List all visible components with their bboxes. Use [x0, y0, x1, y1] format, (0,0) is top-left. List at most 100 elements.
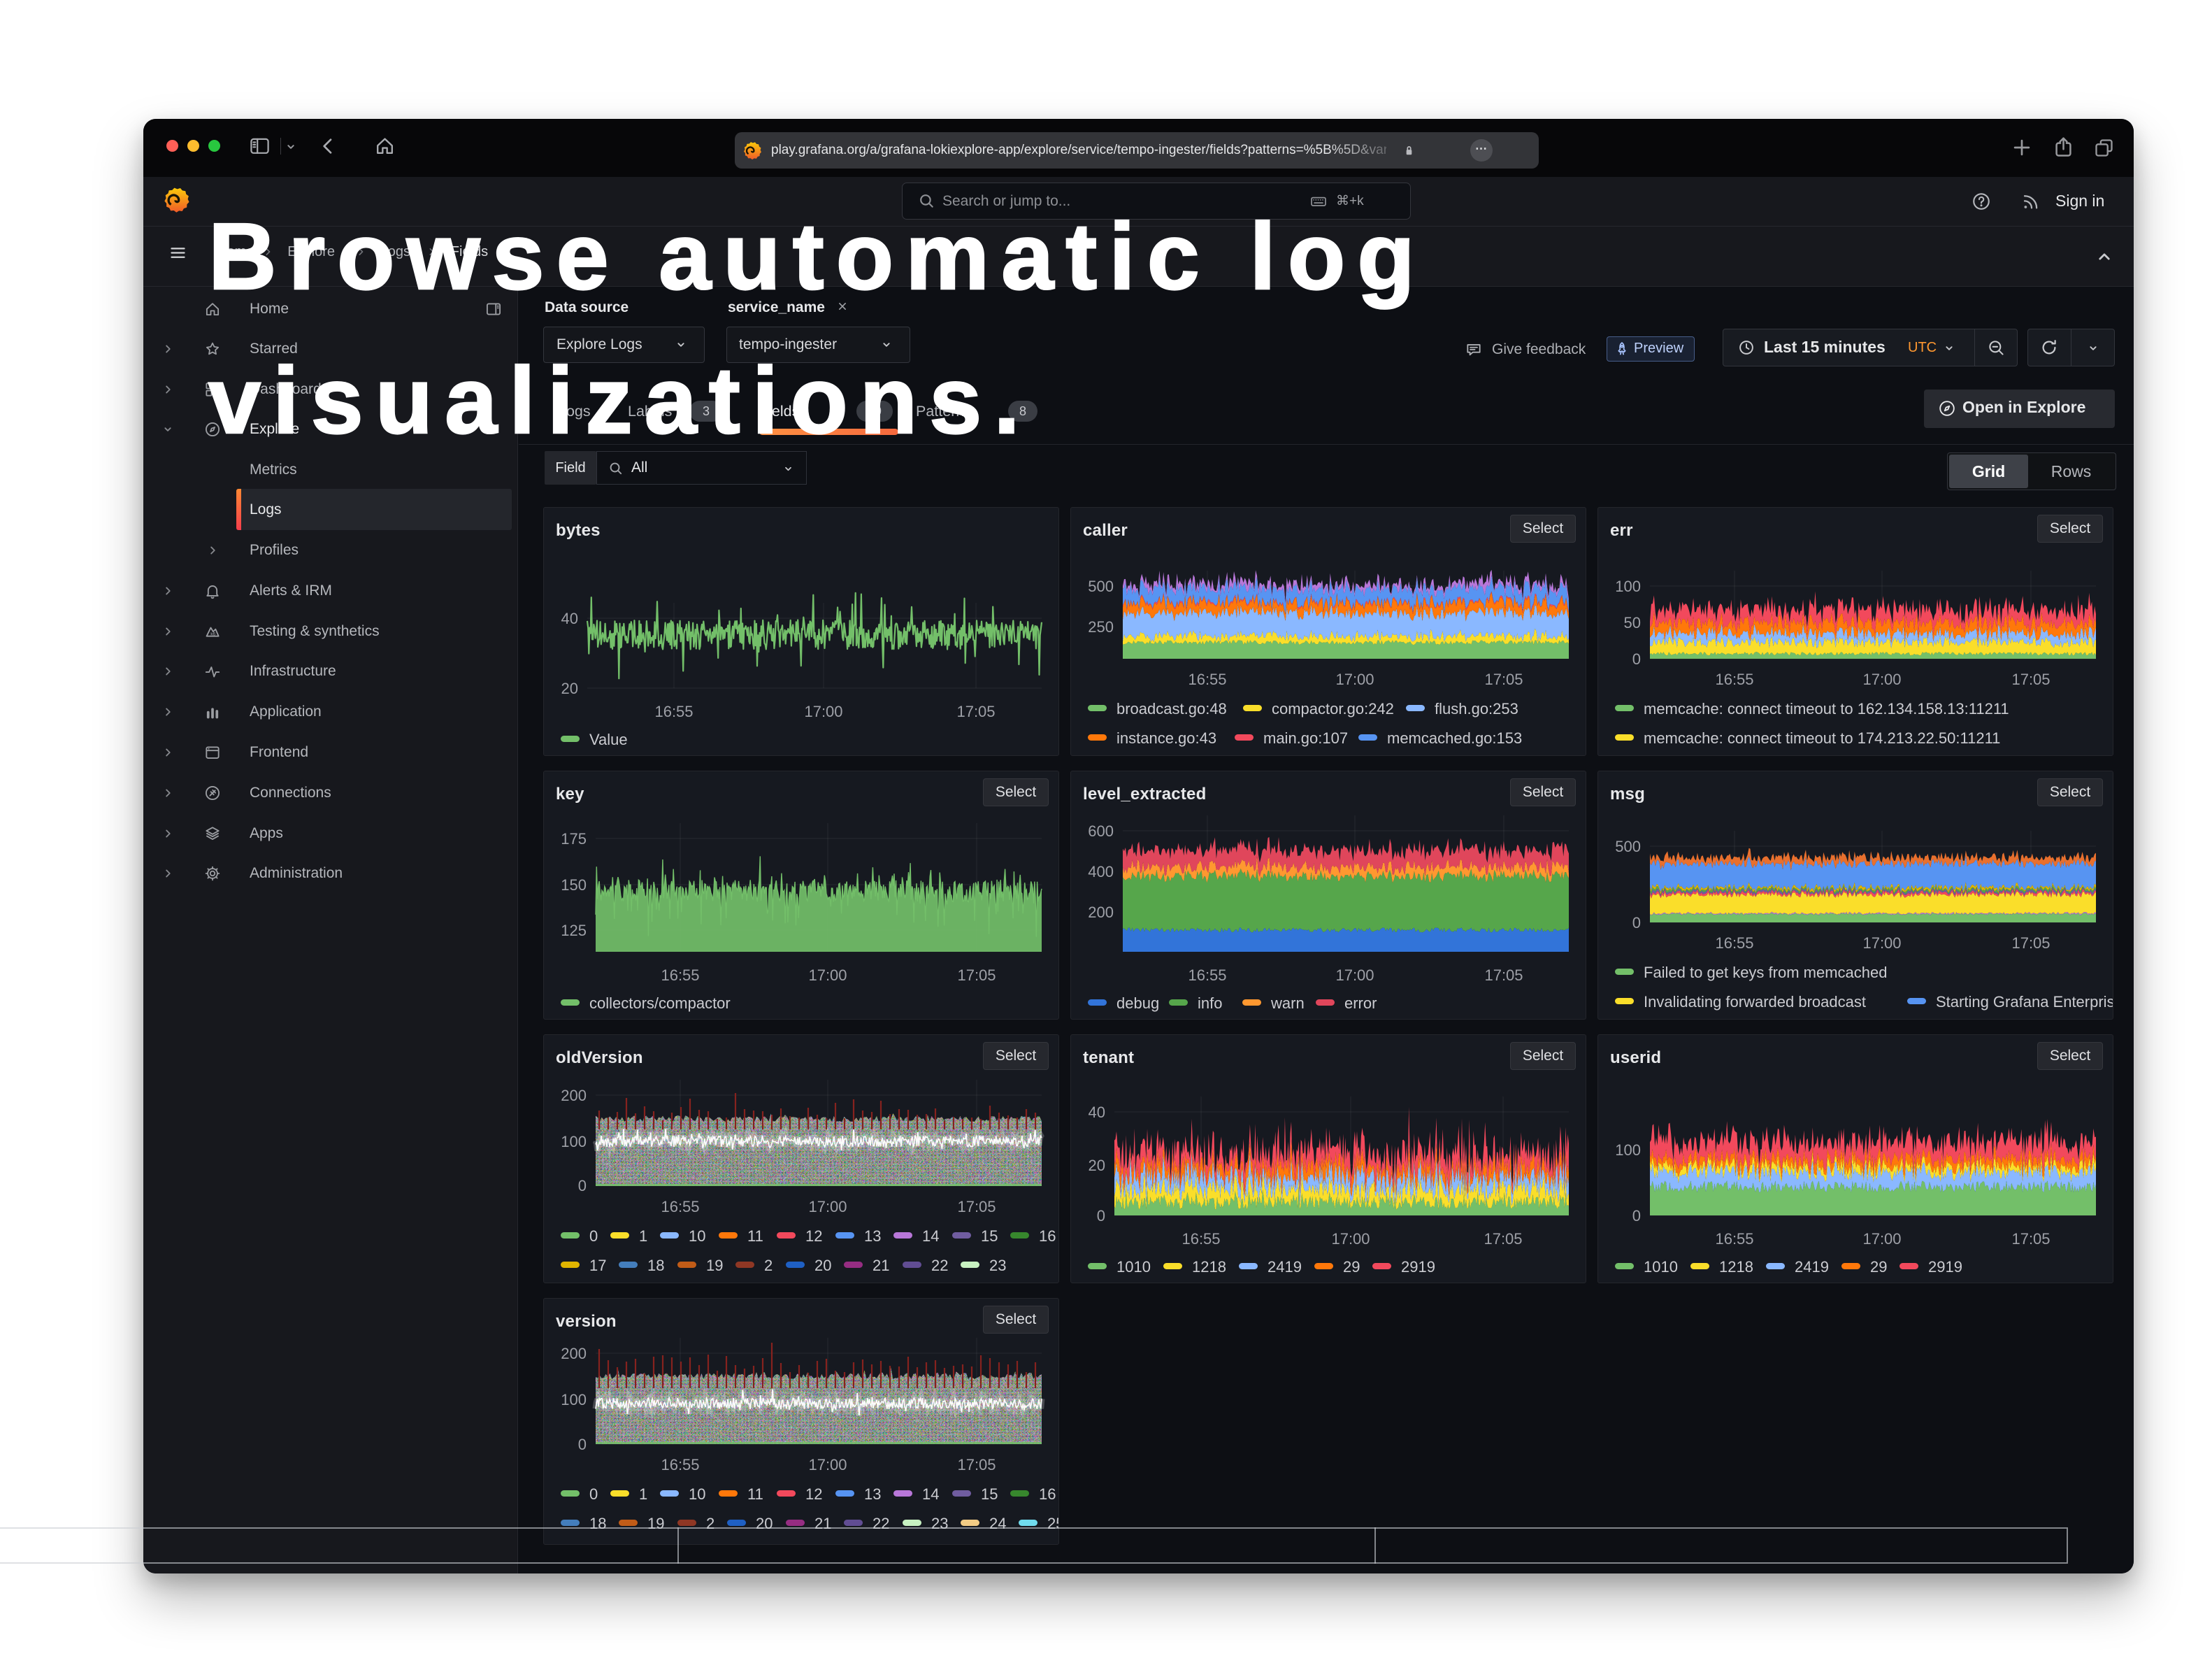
svg-text:0: 0 — [1632, 1207, 1641, 1225]
svg-text:150: 150 — [561, 876, 587, 894]
svg-text:16:55: 16:55 — [1188, 671, 1226, 688]
svg-text:warn: warn — [1270, 994, 1305, 1012]
svg-text:17:00: 17:00 — [808, 1456, 847, 1473]
svg-text:debug: debug — [1116, 994, 1159, 1012]
svg-text:40: 40 — [1089, 1104, 1105, 1121]
svg-text:20: 20 — [814, 1257, 831, 1274]
svg-text:Starting Grafana Enterprise: Starting Grafana Enterprise — [1936, 993, 2113, 1011]
svg-text:instance.go:43: instance.go:43 — [1116, 729, 1216, 747]
svg-text:16:55: 16:55 — [661, 1456, 699, 1473]
svg-text:11: 11 — [747, 1227, 763, 1245]
svg-text:17:05: 17:05 — [957, 1198, 996, 1215]
svg-text:40: 40 — [561, 610, 578, 627]
svg-text:16: 16 — [1039, 1227, 1056, 1245]
svg-text:10: 10 — [689, 1485, 705, 1503]
svg-text:1218: 1218 — [1719, 1258, 1753, 1276]
svg-text:14: 14 — [922, 1485, 939, 1503]
svg-text:22: 22 — [931, 1257, 948, 1274]
svg-text:19: 19 — [706, 1257, 723, 1274]
svg-text:17:05: 17:05 — [956, 703, 995, 720]
svg-text:broadcast.go:48: broadcast.go:48 — [1116, 700, 1227, 718]
svg-text:16:55: 16:55 — [1715, 1230, 1753, 1248]
svg-text:175: 175 — [561, 830, 587, 848]
svg-text:50: 50 — [1624, 614, 1641, 631]
svg-text:29: 29 — [1343, 1258, 1360, 1276]
svg-text:20: 20 — [561, 680, 578, 697]
svg-text:200: 200 — [561, 1345, 587, 1362]
svg-text:16:55: 16:55 — [661, 966, 699, 984]
svg-text:0: 0 — [578, 1177, 587, 1194]
svg-text:memcache: connect timeout to 1: memcache: connect timeout to 162.134.158… — [1644, 700, 2009, 718]
svg-text:16: 16 — [1039, 1485, 1056, 1503]
svg-text:125: 125 — [561, 922, 587, 939]
svg-text:13: 13 — [864, 1485, 881, 1503]
svg-text:22: 22 — [872, 1515, 889, 1532]
svg-text:16:55: 16:55 — [1182, 1230, 1220, 1248]
svg-text:Value: Value — [589, 731, 628, 748]
svg-text:16:55: 16:55 — [1188, 966, 1226, 984]
svg-text:13: 13 — [864, 1227, 881, 1245]
svg-text:10: 10 — [689, 1227, 705, 1245]
svg-text:18: 18 — [647, 1257, 664, 1274]
svg-text:k6: k6 — [210, 632, 215, 637]
svg-text:11: 11 — [747, 1485, 763, 1503]
svg-text:2919: 2919 — [1928, 1258, 1962, 1276]
svg-text:1218: 1218 — [1192, 1258, 1226, 1276]
svg-text:1010: 1010 — [1644, 1258, 1678, 1276]
svg-text:17:05: 17:05 — [1484, 671, 1523, 688]
svg-text:17:00: 17:00 — [1331, 1230, 1370, 1248]
svg-text:2419: 2419 — [1795, 1258, 1829, 1276]
svg-text:17:05: 17:05 — [1484, 1230, 1522, 1248]
svg-text:23: 23 — [989, 1257, 1006, 1274]
svg-text:100: 100 — [561, 1391, 587, 1408]
svg-text:16:55: 16:55 — [661, 1198, 699, 1215]
svg-text:1010: 1010 — [1116, 1258, 1151, 1276]
svg-text:0: 0 — [578, 1436, 587, 1453]
svg-text:500: 500 — [1615, 838, 1641, 855]
svg-text:12: 12 — [805, 1485, 822, 1503]
svg-text:1: 1 — [639, 1485, 647, 1503]
svg-text:17:00: 17:00 — [808, 966, 847, 984]
svg-text:Failed to get keys from memcac: Failed to get keys from memcached — [1644, 964, 1887, 981]
svg-text:17:05: 17:05 — [2011, 671, 2050, 688]
svg-text:12: 12 — [805, 1227, 822, 1245]
svg-text:2: 2 — [764, 1257, 773, 1274]
svg-text:2919: 2919 — [1401, 1258, 1435, 1276]
svg-text:1: 1 — [639, 1227, 647, 1245]
svg-text:400: 400 — [1088, 863, 1114, 880]
svg-text:flush.go:253: flush.go:253 — [1435, 700, 1518, 718]
svg-text:2419: 2419 — [1267, 1258, 1302, 1276]
svg-text:17:05: 17:05 — [1484, 966, 1523, 984]
svg-text:500: 500 — [1088, 578, 1114, 595]
svg-text:0: 0 — [589, 1227, 598, 1245]
svg-text:21: 21 — [872, 1257, 889, 1274]
svg-text:0: 0 — [589, 1485, 598, 1503]
svg-text:16:55: 16:55 — [654, 703, 693, 720]
svg-text:18: 18 — [589, 1515, 606, 1532]
svg-text:compactor.go:242: compactor.go:242 — [1272, 700, 1394, 718]
svg-text:memcached.go:153: memcached.go:153 — [1387, 729, 1522, 747]
svg-text:25: 25 — [1047, 1515, 1059, 1532]
svg-text:200: 200 — [561, 1087, 587, 1104]
svg-text:17:05: 17:05 — [957, 1456, 996, 1473]
svg-text:24: 24 — [989, 1515, 1006, 1532]
svg-text:2: 2 — [706, 1515, 714, 1532]
svg-text:20: 20 — [1089, 1157, 1105, 1174]
svg-text:17: 17 — [589, 1257, 606, 1274]
svg-text:info: info — [1198, 994, 1222, 1012]
svg-text:100: 100 — [561, 1133, 587, 1150]
svg-text:14: 14 — [922, 1227, 939, 1245]
svg-text:15: 15 — [981, 1485, 998, 1503]
svg-text:16:55: 16:55 — [1715, 671, 1753, 688]
svg-text:600: 600 — [1088, 822, 1114, 840]
svg-text:0: 0 — [1632, 914, 1641, 932]
svg-text:20: 20 — [756, 1515, 773, 1532]
svg-text:250: 250 — [1088, 618, 1114, 636]
svg-text:17:00: 17:00 — [1335, 671, 1374, 688]
svg-text:17:00: 17:00 — [1335, 966, 1374, 984]
svg-text:17:05: 17:05 — [957, 966, 996, 984]
svg-text:21: 21 — [814, 1515, 831, 1532]
svg-text:17:05: 17:05 — [2011, 1230, 2050, 1248]
svg-text:200: 200 — [1088, 904, 1114, 921]
svg-text:17:00: 17:00 — [1862, 1230, 1901, 1248]
